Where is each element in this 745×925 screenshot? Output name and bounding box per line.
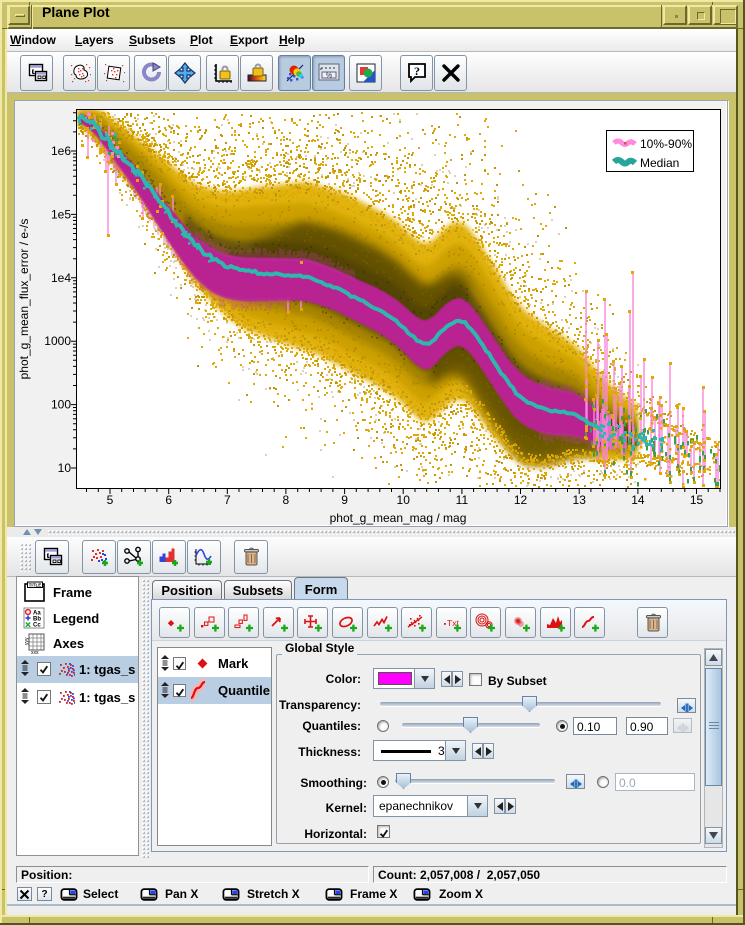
svg-text:?: ?	[414, 64, 420, 78]
svg-text:15: 15	[690, 493, 704, 507]
svg-text:7: 7	[224, 493, 231, 507]
svg-text:11: 11	[456, 493, 469, 507]
svg-text:6: 6	[165, 493, 172, 507]
svg-text:1e6: 1e6	[51, 144, 71, 158]
svg-text:xxx: xxx	[31, 650, 39, 655]
svg-text:14: 14	[631, 493, 645, 507]
svg-text:1e5: 1e5	[51, 207, 71, 221]
svg-text:10: 10	[58, 461, 72, 475]
svg-text:phot_g_mean_flux_error / e-/s: phot_g_mean_flux_error / e-/s	[17, 219, 31, 380]
svg-text:phot_g_mean_mag / mag: phot_g_mean_mag / mag	[330, 511, 467, 525]
svg-text:12: 12	[514, 493, 528, 507]
svg-text:Cc: Cc	[33, 623, 41, 629]
svg-text:10%-90%: 10%-90%	[640, 137, 692, 151]
svg-text:9: 9	[341, 493, 348, 507]
svg-text:Median: Median	[640, 156, 679, 170]
svg-text:%: %	[325, 73, 331, 80]
svg-text:10: 10	[397, 493, 411, 507]
svg-text:yyy: yyy	[24, 637, 30, 645]
svg-text:1000: 1000	[44, 334, 71, 348]
svg-text:1e4: 1e4	[51, 271, 71, 285]
svg-text:TITLE: TITLE	[29, 583, 42, 588]
svg-text:100: 100	[51, 398, 71, 412]
svg-text:13: 13	[573, 493, 587, 507]
svg-text:5: 5	[107, 493, 114, 507]
svg-text:8: 8	[283, 493, 290, 507]
